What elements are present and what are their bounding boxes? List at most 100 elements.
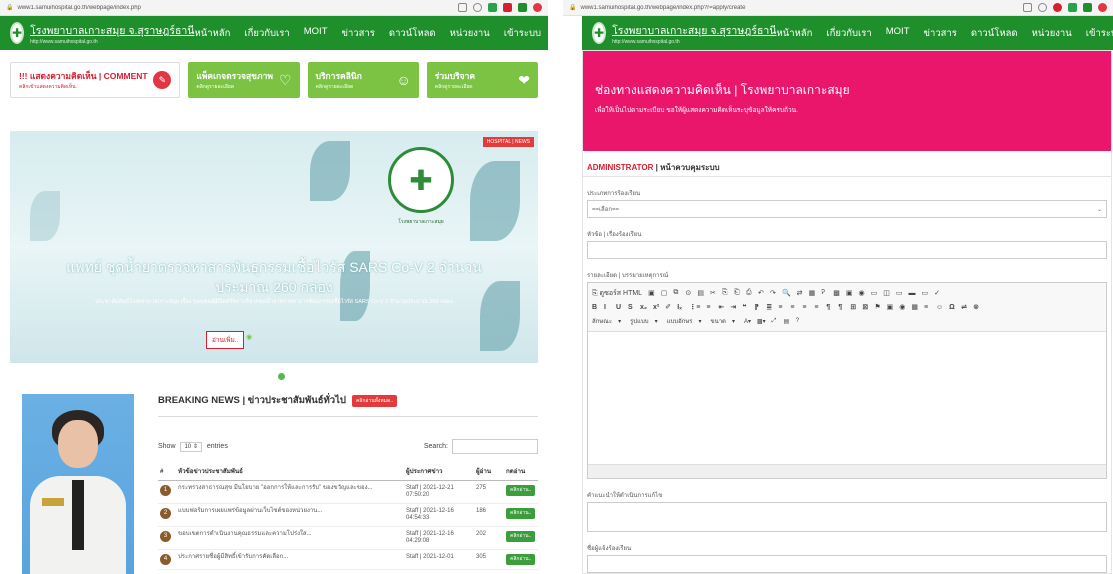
url-text[interactable]: www1.samuihospital.go.th/webpage/index.p… (17, 5, 458, 11)
row-title[interactable]: ประกาศรายชื่อผู้มีสิทธิ์เข้ารับการคัดเลื… (176, 549, 404, 570)
nav-about[interactable]: เกี่ยวกับเรา (244, 26, 289, 41)
editor-tool-button[interactable]: ▤ (784, 318, 790, 325)
editor-tool-button[interactable]: ⊗ (973, 303, 979, 311)
editor-tool-button[interactable]: ▭ (896, 289, 903, 297)
editor-tool-button[interactable]: ⊙ (685, 289, 691, 297)
editor-tool-button[interactable]: ✓ (934, 289, 940, 297)
editor-tool-button[interactable]: ⋮≡ (689, 303, 700, 311)
donate-box[interactable]: ร่วมบริจาค คลิกดูรายละเอียด ❤ (426, 62, 538, 98)
health-package-box[interactable]: แพ็คเกจตรวจสุขภาพ คลิกดูรายละเอียด ♡ (188, 62, 300, 98)
site-brand[interactable]: โรงพยาบาลเกาะสมุย จ.สุราษฎร์ธานี http://… (30, 22, 194, 45)
editor-tool-button[interactable]: ▾ (698, 318, 704, 325)
editor-tool-button[interactable]: ¶ (826, 304, 832, 311)
editor-tool-button[interactable]: ⧉ (673, 289, 679, 297)
editor-tool-button[interactable]: ◫ (883, 289, 890, 297)
editor-tool-button[interactable]: ▾ (655, 318, 661, 325)
nav-login[interactable]: เข้าระบบ (504, 26, 541, 41)
subject-input[interactable] (587, 241, 1107, 259)
editor-tool-button[interactable]: ⊠ (862, 303, 868, 311)
address-bar[interactable]: 🔒 www1.samuihospital.go.th/webpage/index… (0, 0, 548, 16)
editor-tool-button[interactable]: ⎘ (722, 289, 728, 297)
nav-login[interactable]: เข้าระบบ (1086, 26, 1113, 41)
extension-icon[interactable] (518, 3, 527, 12)
editor-tool-button[interactable]: ⇥ (730, 303, 736, 311)
editor-tool-button[interactable]: ⁋ (754, 303, 760, 311)
editor-tool-button[interactable]: ▣ (846, 289, 853, 297)
nav-news[interactable]: ข่าวสาร (342, 26, 375, 41)
editor-tool-button[interactable]: ↶ (758, 289, 764, 297)
share-icon[interactable] (458, 3, 467, 12)
editor-tool-button[interactable]: B (592, 304, 598, 311)
hospital-logo[interactable]: ✚ (10, 22, 25, 44)
read-more-button[interactable]: อ่านเพิ่ม.. (206, 331, 245, 349)
editor-tool-button[interactable]: ▦ (911, 303, 918, 311)
extension-icon[interactable] (1068, 3, 1077, 12)
search-input[interactable] (452, 439, 538, 454)
row-title[interactable]: ขอบเขตการดำเนินงานคุณธรรมและความโปร่งใส.… (176, 526, 404, 550)
editor-tool-button[interactable]: ≡ (924, 304, 930, 311)
extension-icon[interactable] (1083, 3, 1092, 12)
editor-tool-button[interactable]: ขนาด (710, 316, 725, 326)
extension-icon[interactable] (1098, 3, 1107, 12)
hospital-logo[interactable]: ✚ (592, 22, 607, 44)
nav-download[interactable]: ดาวน์โหลด (389, 26, 436, 41)
nav-download[interactable]: ดาวน์โหลด (971, 26, 1018, 41)
star-icon[interactable] (1038, 3, 1047, 12)
nav-about[interactable]: เกี่ยวกับเรา (826, 26, 871, 41)
star-icon[interactable] (473, 3, 482, 12)
editor-tool-button[interactable]: S (628, 304, 634, 311)
complaint-type-select[interactable]: ==เลือก== ⌄ (587, 200, 1107, 218)
row-title[interactable]: กระทรวงสาธารณสุข มีนโยบาย "ออกการให้และก… (176, 480, 404, 504)
editor-tool-button[interactable]: ☺ (936, 304, 943, 311)
slider-dot[interactable] (278, 373, 285, 380)
editor-tool-button[interactable]: ⇤ (718, 303, 724, 311)
editor-tool-button[interactable]: ↷ (770, 289, 776, 297)
comment-box[interactable]: !!! แสดงความคิดเห็น | COMMENT คลิกเข้าแส… (10, 62, 181, 98)
read-button[interactable]: คลิกอ่าน.. (506, 485, 536, 496)
editor-tool-button[interactable]: แบบอักษร (667, 316, 693, 326)
col-number[interactable]: # (158, 462, 176, 481)
editor-tool-button[interactable]: ▩ (833, 289, 840, 297)
editor-tool-button[interactable]: ▾ (732, 318, 738, 325)
share-icon[interactable] (1023, 3, 1032, 12)
editor-tool-button[interactable]: ▦ (809, 289, 816, 297)
editor-tool-button[interactable]: ≣ (766, 303, 772, 311)
nav-moit[interactable]: MOIT (886, 26, 910, 41)
editor-tool-button[interactable]: ⚑ (874, 303, 880, 311)
extension-icon[interactable] (533, 3, 542, 12)
editor-tool-button[interactable]: ⊞ (850, 303, 856, 311)
editor-tool-button[interactable]: ▾ (618, 318, 624, 325)
editor-tool-button[interactable]: x₂ (640, 304, 647, 311)
read-button[interactable]: คลิกอ่าน.. (506, 554, 536, 565)
editor-tool-button[interactable]: ≡ (814, 304, 820, 311)
editor-tool-button[interactable]: ❝ (742, 303, 748, 311)
editor-tool-button[interactable]: ≡ (706, 304, 712, 311)
editor-tool-button[interactable]: Ꭾ (821, 289, 827, 297)
col-poster[interactable]: ผู้ประกาศข่าว (404, 462, 474, 481)
editor-tool-button[interactable]: ✐ (665, 303, 671, 311)
row-title[interactable]: แบบฟอร์มการเผยแพร่ข้อมูลผ่านเว็บไซต์ของห… (176, 503, 404, 527)
nav-moit[interactable]: MOIT (304, 26, 328, 41)
editor-tool-button[interactable]: ⤢ (772, 318, 778, 325)
editor-tool-button[interactable]: ✂ (710, 289, 716, 297)
editor-tool-button[interactable]: A▾ (744, 318, 751, 325)
nav-units[interactable]: หน่วยงาน (1032, 26, 1072, 41)
site-name[interactable]: โรงพยาบาลเกาะสมุย จ.สุราษฎร์ธานี (30, 22, 194, 39)
editor-tool-button[interactable]: ▭ (871, 289, 878, 297)
read-button[interactable]: คลิกอ่าน.. (506, 531, 536, 542)
extension-icon[interactable] (488, 3, 497, 12)
editor-tool-button[interactable]: 🔍 (782, 289, 791, 297)
nav-home[interactable]: หน้าหลัก (776, 26, 812, 41)
extension-icon[interactable] (503, 3, 512, 12)
suggestion-textarea[interactable] (587, 502, 1107, 532)
editor-tool-button[interactable]: ≡ (802, 304, 808, 311)
editor-tool-button[interactable]: ◉ (859, 289, 865, 297)
editor-tool-button[interactable]: I (604, 304, 610, 311)
editor-tool-button[interactable]: x² (653, 304, 659, 311)
nav-home[interactable]: หน้าหลัก (194, 26, 230, 41)
nav-news[interactable]: ข่าวสาร (924, 26, 957, 41)
news-slider[interactable]: HOSPITAL | NEWS ✚ โรงพยาบาลเกาะสมุย แพทย… (10, 131, 538, 363)
clinic-box[interactable]: บริการคลินิก คลิกดูรายละเอียด ☺ (307, 62, 419, 98)
editor-tool-button[interactable]: ลักษณะ (592, 316, 612, 326)
editor-tool-button[interactable]: ⇄ (797, 289, 803, 297)
